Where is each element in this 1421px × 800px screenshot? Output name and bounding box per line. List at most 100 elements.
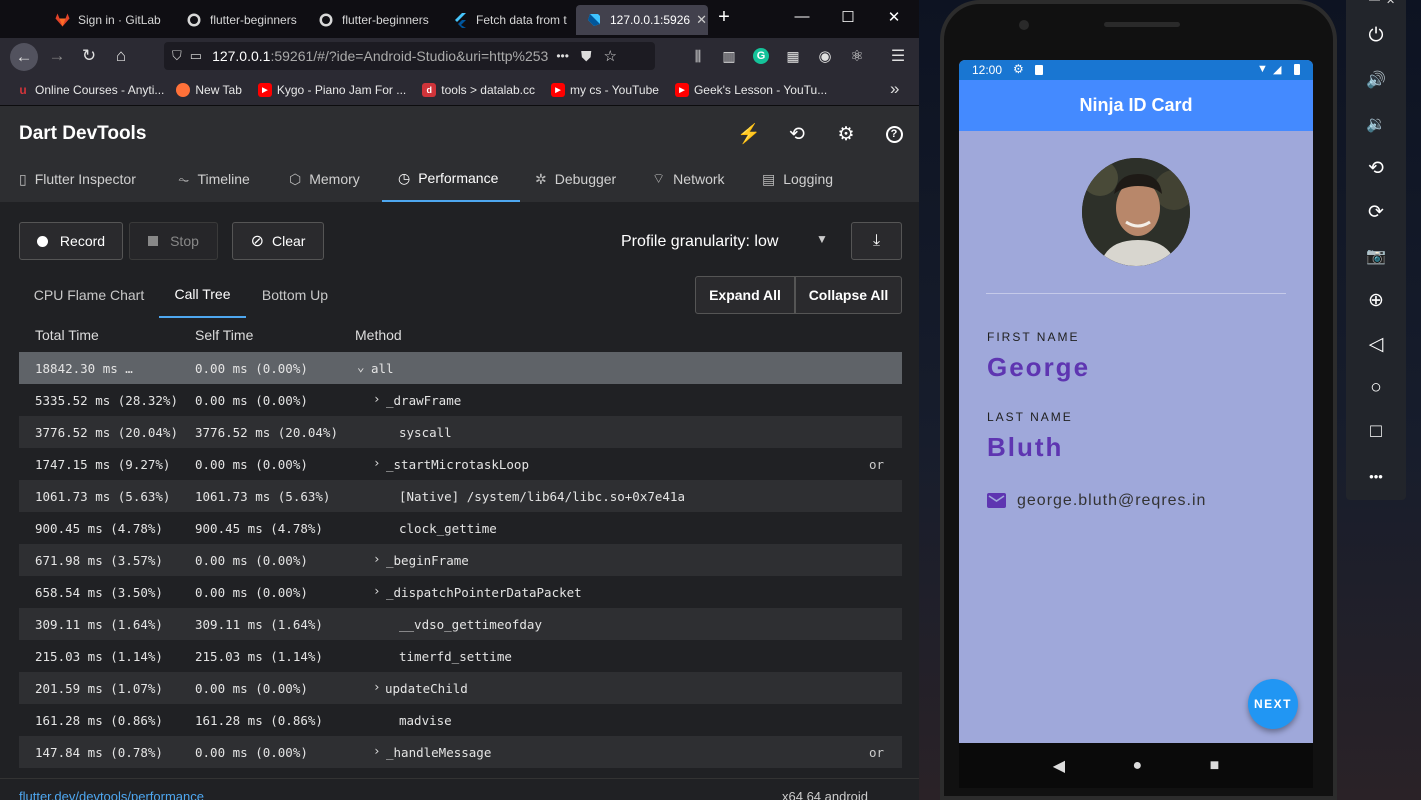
toolbar-minimize-icon[interactable]: — — [1369, 0, 1380, 6]
docs-link[interactable]: flutter.dev/devtools/performance — [19, 789, 204, 800]
react-devtools-icon[interactable]: ⚛ — [844, 43, 870, 69]
overview-icon[interactable]: □ — [1346, 412, 1406, 452]
table-row[interactable]: 1747.15 ms (9.27%) 0.00 ms (0.00%) › _start… — [19, 448, 902, 480]
call-tree-header: Total Time Self Time Method — [19, 320, 902, 352]
table-row[interactable]: 18842.30 ms … 0.00 ms (0.00%) ⌄ all — [19, 352, 902, 384]
toolbar-close-icon[interactable]: ✕ — [1386, 0, 1395, 7]
tab-performance[interactable]: ◷ Performance — [382, 156, 520, 202]
new-tab-button[interactable]: + — [714, 6, 734, 29]
expand-all-button[interactable]: Expand All — [695, 276, 795, 314]
table-row[interactable]: 5335.52 ms (28.32%) 0.00 ms (0.00%) › _draw… — [19, 384, 902, 416]
camera-icon[interactable]: 📷 — [1346, 236, 1406, 276]
collapse-all-button[interactable]: Collapse All — [795, 276, 902, 314]
tab-call-tree[interactable]: Call Tree — [159, 272, 246, 318]
next-button[interactable]: NEXT — [1248, 679, 1298, 729]
pocket-icon[interactable]: ⛊ — [581, 48, 592, 65]
tab-gitlab[interactable]: Sign in · GitLab — [44, 5, 174, 35]
tab-timeline[interactable]: ⏦ Timeline — [178, 156, 250, 202]
chevron-right-icon[interactable]: › — [373, 551, 381, 566]
bookmark-item[interactable]: ▶ Kygo - Piano Jam For ... — [257, 82, 406, 97]
table-row[interactable]: 201.59 ms (1.07%) 0.00 ms (0.00%) › updateC… — [19, 672, 902, 704]
self-time-cell: 309.11 ms (1.64%) — [195, 617, 323, 632]
bookmark-item[interactable]: d tools > datalab.cc — [422, 82, 535, 97]
library-icon[interactable]: ⫼ — [685, 43, 711, 69]
bookmark-item[interactable]: u Online Courses - Anyti... — [16, 83, 164, 97]
total-time-header[interactable]: Total Time — [35, 327, 99, 343]
stop-button[interactable]: Stop — [129, 222, 218, 260]
more-icon[interactable]: ••• — [1346, 456, 1406, 496]
tab-network[interactable]: ⌔ Network — [652, 156, 725, 202]
power-icon[interactable]: ⏻ — [1346, 16, 1406, 56]
address-bar[interactable]: ⛉ ▭ 127.0.0.1 :59261/#/?ide=Android-Stud… — [164, 42, 655, 70]
zoom-icon[interactable]: ⊕ — [1346, 280, 1406, 320]
nav-recents-icon[interactable]: ■ — [1210, 757, 1220, 775]
self-time-header[interactable]: Self Time — [195, 327, 253, 343]
volume-up-icon[interactable]: 🔊 — [1346, 60, 1406, 100]
bookmark-item[interactable]: ▶ Geek's Lesson - YouTu... — [674, 82, 827, 97]
tab-devtools[interactable]: 127.0.0.1:5926 ✕ — [576, 5, 708, 35]
forward-button[interactable]: → — [44, 43, 70, 69]
bookmark-item[interactable]: New Tab — [176, 82, 242, 97]
minimize-button[interactable]: — — [792, 8, 812, 25]
clear-button[interactable]: ⊘ Clear — [232, 222, 324, 260]
tab-flutter-inspector[interactable]: ▯ Flutter Inspector — [19, 156, 136, 202]
chevron-right-icon[interactable]: › — [373, 583, 381, 598]
table-row[interactable]: 215.03 ms (1.14%) 215.03 ms (1.14%) timerf… — [19, 640, 902, 672]
table-row[interactable]: 309.11 ms (1.64%) 309.11 ms (1.64%) __vdso… — [19, 608, 902, 640]
table-row[interactable]: 671.98 ms (3.57%) 0.00 ms (0.00%) › _beginF… — [19, 544, 902, 576]
chevron-right-icon[interactable]: › — [373, 679, 381, 694]
table-row[interactable]: 147.84 ms (0.78%) 0.00 ms (0.00%) › _handle… — [19, 736, 902, 768]
chevron-right-icon[interactable]: › — [373, 743, 381, 758]
home-icon[interactable]: ○ — [1346, 368, 1406, 408]
record-button[interactable]: Record — [19, 222, 123, 260]
help-icon[interactable]: ? — [882, 122, 906, 146]
tab-github-1[interactable]: flutter-beginners — [176, 5, 306, 35]
tab-logging[interactable]: ▤ Logging — [762, 156, 833, 202]
table-row[interactable]: 658.54 ms (3.50%) 0.00 ms (0.00%) › _dispat… — [19, 576, 902, 608]
tab-cpu-flame-chart[interactable]: CPU Flame Chart — [19, 272, 159, 318]
volume-down-icon[interactable]: 🔉 — [1346, 104, 1406, 144]
page-actions-icon[interactable]: ••• — [556, 49, 569, 63]
close-tab-icon[interactable]: ✕ — [690, 12, 707, 28]
nav-home-icon[interactable]: ● — [1132, 757, 1142, 775]
tab-memory[interactable]: ⬡ Memory — [289, 156, 360, 202]
tab-bottom-up[interactable]: Bottom Up — [246, 272, 344, 318]
rotate-left-icon[interactable]: ⟲ — [1346, 148, 1406, 188]
bookmark-star-icon[interactable]: ☆ — [603, 47, 616, 65]
chevron-down-icon[interactable]: ▼ — [816, 232, 828, 246]
performance-icon: ◷ — [398, 169, 411, 186]
sidebar-icon[interactable]: ▥ — [716, 43, 742, 69]
table-row[interactable]: 3776.52 ms (20.04%) 3776.52 ms (20.04%) sy… — [19, 416, 902, 448]
rotate-right-icon[interactable]: ⟳ — [1346, 192, 1406, 232]
tab-debugger[interactable]: ✲ Debugger — [535, 156, 616, 202]
hot-reload-icon[interactable]: ⚡ — [737, 122, 761, 146]
bookmark-item[interactable]: ▶ my cs - YouTube — [551, 82, 659, 97]
export-button[interactable]: ⤓ — [851, 222, 902, 260]
nav-back-icon[interactable]: ◀ — [1053, 756, 1065, 776]
self-time-cell: 0.00 ms (0.00%) — [195, 553, 308, 568]
chevron-right-icon[interactable]: › — [373, 455, 381, 470]
back-icon[interactable]: ◁ — [1346, 324, 1406, 364]
close-window-button[interactable]: ✕ — [884, 8, 904, 26]
home-button[interactable]: ⌂ — [108, 43, 134, 69]
chevron-down-icon[interactable]: ⌄ — [357, 359, 365, 374]
settings-gear-icon[interactable]: ⚙ — [834, 122, 858, 146]
tab-flutter-docs[interactable]: Fetch data from t — [442, 5, 574, 35]
profile-granularity-select[interactable]: Profile granularity: low — [621, 233, 778, 251]
table-row[interactable]: 1061.73 ms (5.63%) 1061.73 ms (5.63%) [Nat… — [19, 480, 902, 512]
bookmarks-overflow-icon[interactable]: » — [890, 79, 899, 99]
hot-restart-icon[interactable]: ⟲ — [785, 122, 809, 146]
menu-icon[interactable]: ☰ — [885, 43, 911, 69]
method-header[interactable]: Method — [355, 327, 402, 343]
chevron-right-icon[interactable]: › — [373, 391, 381, 406]
account-icon[interactable]: ◉ — [812, 43, 838, 69]
back-button[interactable]: ← — [10, 43, 38, 71]
maximize-button[interactable]: ☐ — [838, 8, 858, 26]
table-row[interactable]: 900.45 ms (4.78%) 900.45 ms (4.78%) clock_… — [19, 512, 902, 544]
reload-button[interactable]: ↻ — [76, 43, 102, 69]
grammarly-icon[interactable]: G — [748, 43, 774, 69]
self-time-cell: 0.00 ms (0.00%) — [195, 393, 308, 408]
table-row[interactable]: 161.28 ms (0.86%) 161.28 ms (0.86%) madvis… — [19, 704, 902, 736]
tab-github-2[interactable]: flutter-beginners — [308, 5, 438, 35]
reader-icon[interactable]: ▦ — [780, 43, 806, 69]
